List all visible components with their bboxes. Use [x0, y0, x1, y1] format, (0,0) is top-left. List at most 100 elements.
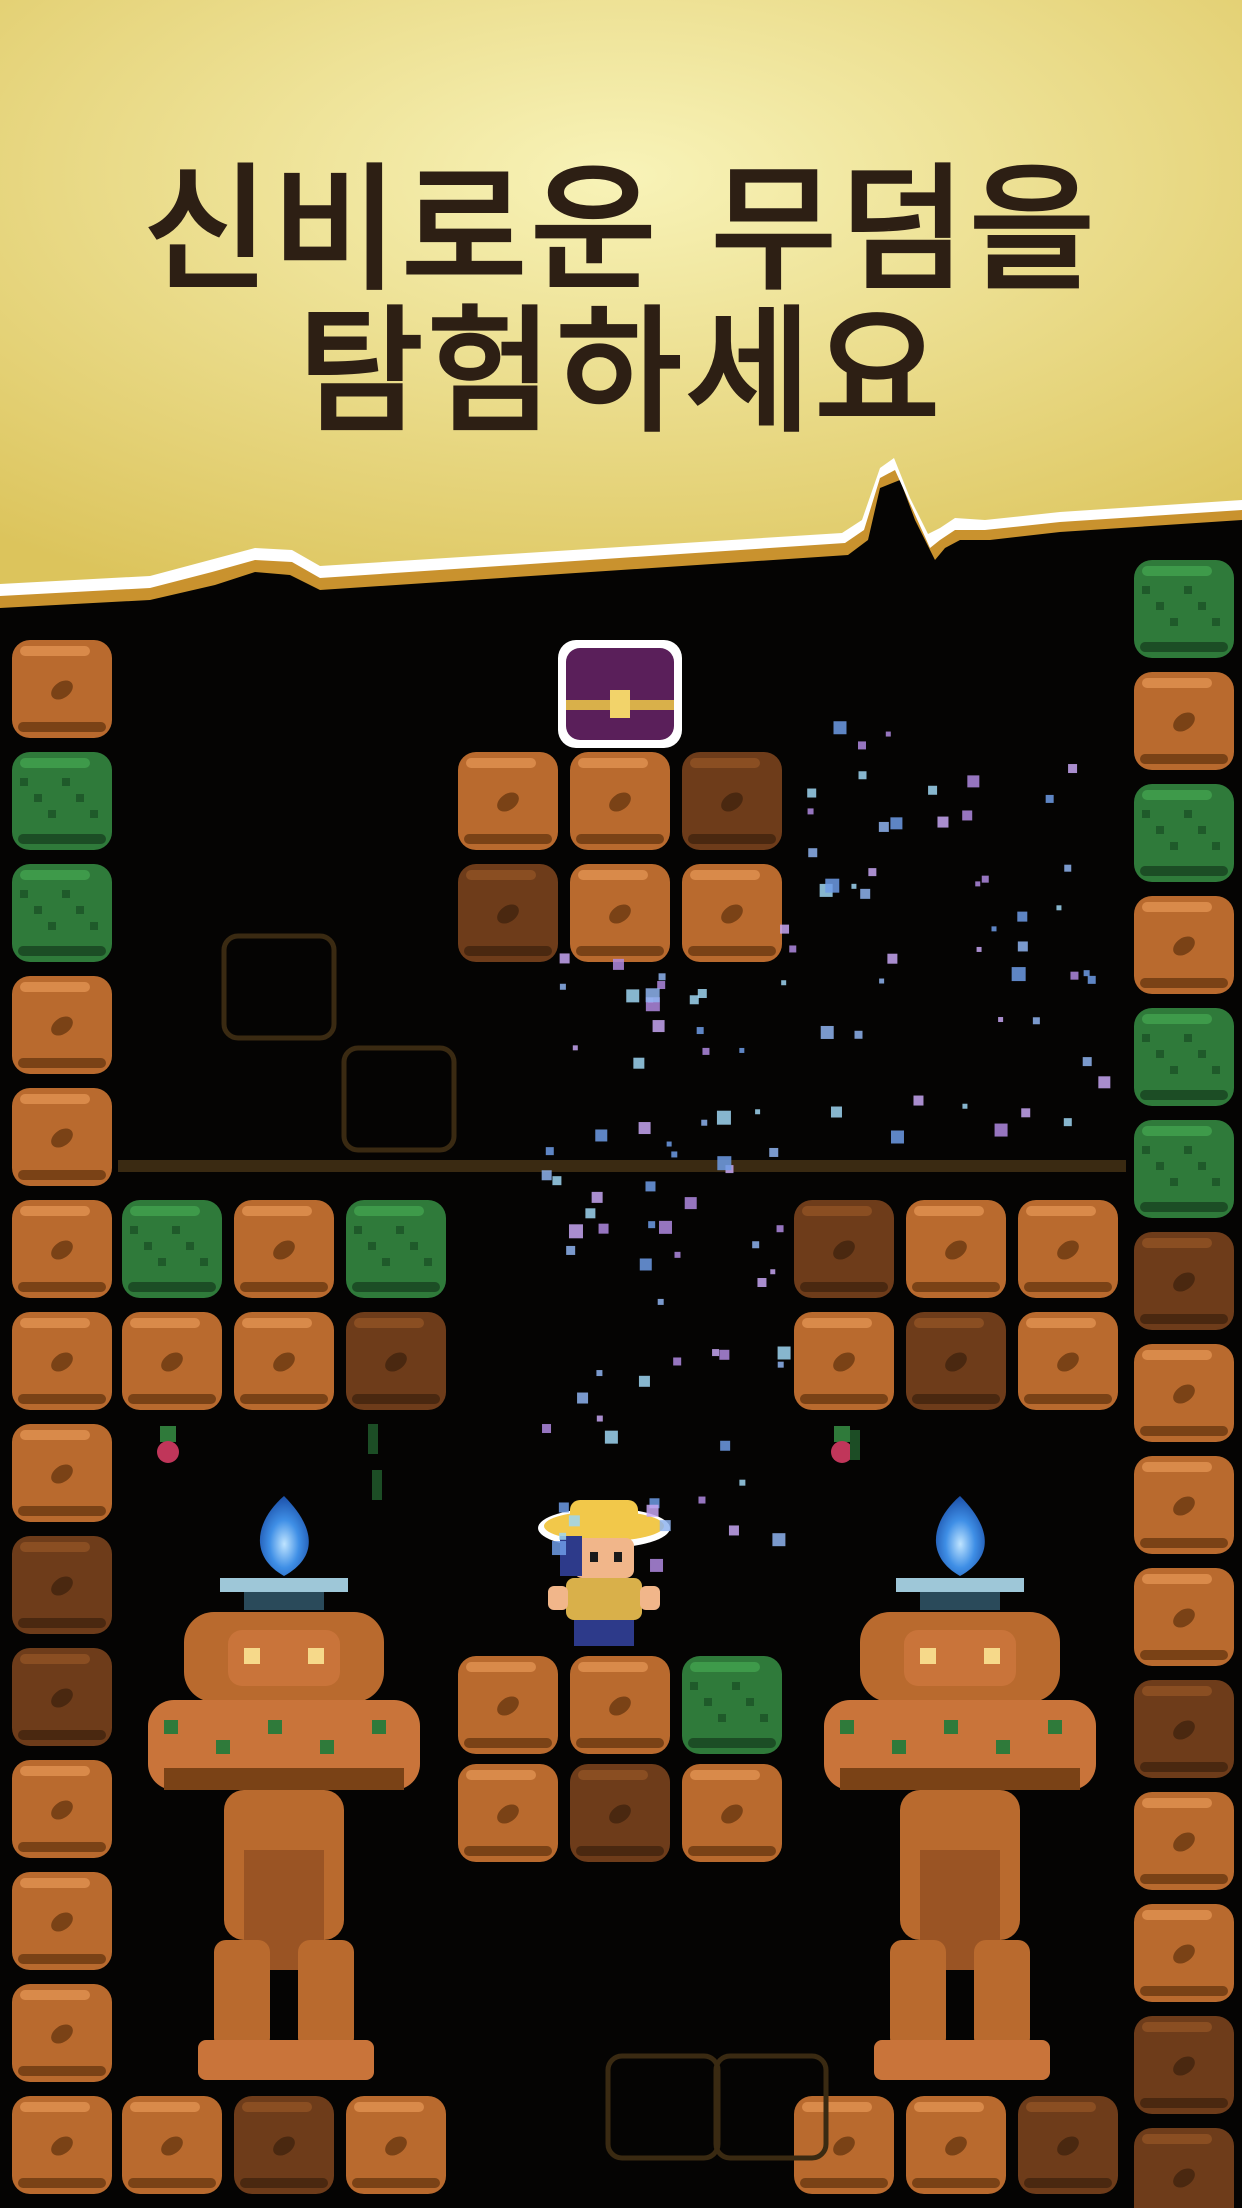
sparkle-particle — [807, 808, 814, 815]
sparkle-particle — [994, 1123, 1008, 1137]
sparkle-particle — [1087, 975, 1096, 984]
sparkle-particle — [962, 810, 973, 821]
dirt-block — [794, 1312, 894, 1410]
dirt-block — [570, 752, 670, 850]
sparkle-particle — [638, 1375, 650, 1387]
sparkle-particle — [1045, 794, 1054, 803]
hanging-vine — [372, 1470, 382, 1500]
sparkle-particle — [879, 978, 885, 984]
sparkle-particle — [566, 1245, 576, 1255]
sparkle-particle — [1064, 864, 1072, 872]
sparkle-particle — [696, 1027, 704, 1035]
sparkle-particle — [671, 1151, 678, 1158]
sparkle-particle — [596, 1415, 603, 1422]
dirt-block — [1134, 1680, 1234, 1778]
game-screen: 신비로운 무덤을 탐험하세요 — [0, 0, 1242, 2208]
sparkle-particle — [913, 1095, 924, 1106]
sparkle-particle — [789, 945, 797, 953]
dirt-block — [12, 1088, 112, 1186]
dirt-block — [1134, 1232, 1234, 1330]
sparkle-particle — [833, 721, 847, 735]
sparkle-particle — [757, 1278, 767, 1288]
dirt-block — [682, 864, 782, 962]
moss-block — [1134, 560, 1234, 658]
sparkle-particle — [595, 1129, 608, 1142]
sparkle-particle — [752, 1241, 760, 1249]
sparkle-particle — [626, 989, 640, 1003]
sparkle-particle — [717, 1156, 732, 1171]
sparkle-particle — [1021, 1108, 1031, 1118]
sparkle-particle — [674, 1251, 681, 1258]
dirt-block — [682, 1764, 782, 1862]
sparkle-particle — [559, 953, 570, 964]
dirt-block — [794, 2096, 894, 2194]
moss-block — [346, 1200, 446, 1298]
sparkle-particle — [851, 883, 857, 889]
dirt-block — [1134, 2016, 1234, 2114]
sparkle-particle — [857, 741, 866, 750]
sparkle-particle — [937, 816, 949, 828]
dirt-block — [234, 1200, 334, 1298]
sparkle-particle — [657, 1298, 664, 1305]
tile-layer — [12, 560, 1234, 2208]
dirt-block — [12, 1648, 112, 1746]
sparkle-particle — [720, 1440, 731, 1451]
dirt-block — [1018, 1200, 1118, 1298]
moss-block — [12, 752, 112, 850]
sparkle-particle — [673, 1357, 682, 1366]
sparkle-particle — [541, 1170, 552, 1181]
sparkle-particle — [928, 785, 938, 795]
dirt-block — [906, 1312, 1006, 1410]
moss-block — [682, 1656, 782, 1754]
dirt-block — [12, 976, 112, 1074]
dirt-block — [234, 1312, 334, 1410]
sparkle-particle — [659, 1520, 671, 1532]
sparkle-particle — [648, 1221, 656, 1229]
sparkle-particle — [719, 1349, 730, 1360]
sparkle-particle — [591, 1191, 603, 1203]
sparkle-particle — [890, 1130, 904, 1144]
dirt-block — [12, 2096, 112, 2194]
dirt-block — [458, 1656, 558, 1754]
sparkle-particle — [1083, 970, 1090, 977]
ghost-block-outline — [221, 933, 337, 1041]
dirt-block — [682, 752, 782, 850]
sparkle-particle — [596, 1370, 603, 1377]
sparkle-particle — [658, 1220, 672, 1234]
sparkle-particle — [652, 1020, 665, 1033]
dirt-block — [12, 1200, 112, 1298]
dirt-block — [458, 752, 558, 850]
sparkle-particle — [1098, 1076, 1111, 1089]
sparkle-particle — [697, 989, 707, 999]
golem-statue — [824, 1612, 1096, 2080]
sparkle-particle — [712, 1349, 720, 1357]
sparkle-particle — [650, 1558, 664, 1572]
sparkle-particle — [739, 1479, 746, 1486]
sparkle-particle — [639, 1258, 652, 1271]
sparkle-particle — [572, 1045, 578, 1051]
dirt-block — [1134, 2128, 1234, 2208]
dirt-block — [906, 1200, 1006, 1298]
sparkle-particle — [559, 1532, 567, 1540]
ghost-block-outline — [605, 2053, 721, 2161]
treasure-chest-icon — [558, 640, 682, 748]
sparkle-particle — [1011, 967, 1026, 982]
dirt-block — [906, 2096, 1006, 2194]
explorer-character — [538, 1500, 670, 1646]
sparkle-particle — [612, 958, 624, 970]
stone-beam — [118, 1160, 1126, 1172]
sparkle-particle — [777, 1361, 784, 1368]
moss-block — [1134, 1008, 1234, 1106]
sparkle-particle — [1017, 911, 1028, 922]
dirt-block — [234, 2096, 334, 2194]
sparkle-particle — [638, 1122, 651, 1135]
sparkle-particle — [558, 1502, 569, 1513]
dirt-block — [12, 1424, 112, 1522]
sparkle-particle — [981, 875, 989, 883]
sparkle-particle — [825, 878, 840, 893]
moss-block — [12, 864, 112, 962]
sparkle-particle — [657, 981, 666, 990]
hanging-vine — [850, 1430, 860, 1460]
sparkle-particle — [1063, 1118, 1072, 1127]
sparkle-particle — [552, 1541, 567, 1556]
